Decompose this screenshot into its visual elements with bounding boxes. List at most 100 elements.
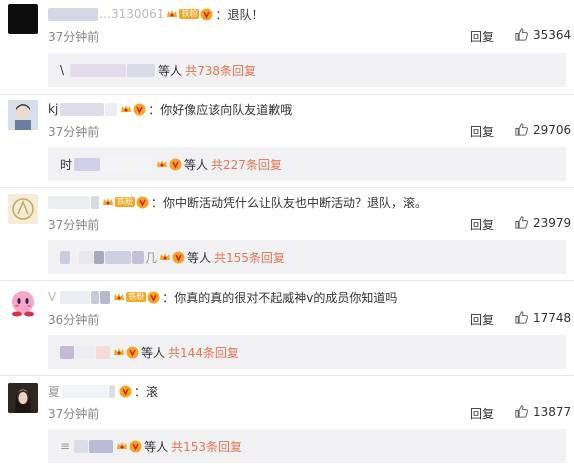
blurred-username[interactable] [48, 7, 98, 21]
sub-reply-total-link[interactable]: 共155条回复 [214, 249, 285, 266]
blurred-username[interactable] [60, 345, 74, 359]
blurred-username[interactable] [132, 250, 144, 264]
comment-line: kj ：你好像应该向队友道歉哦 [48, 100, 292, 118]
crown-badge-icon [121, 105, 132, 112]
vip-icon [119, 385, 132, 397]
blurred-username[interactable] [91, 195, 99, 209]
blurred-username[interactable] [94, 250, 104, 264]
blurred-username[interactable] [105, 102, 118, 116]
sub-reply-etc: 等人 [187, 250, 212, 265]
comment-time: 36分钟前 [48, 313, 100, 327]
sub-reply-total-link[interactable]: 共227条回复 [211, 156, 282, 173]
comment-text: ：你中断活动凭什么让队友也中断活动？退队，滚。 [151, 195, 428, 210]
sub-reply-total-link[interactable]: 共144条回复 [168, 344, 239, 361]
comment-text: ：你好像应该向队友道歉哦 [148, 102, 293, 117]
fan-badge: 铁粉 [126, 292, 147, 302]
reply-button[interactable]: 回复 [470, 216, 494, 233]
user-badges [120, 103, 146, 116]
blurred-username[interactable] [109, 384, 116, 398]
avatar-image [8, 194, 38, 224]
user-badges: 铁粉 [113, 291, 160, 304]
comment-line: …3130061 铁粉 ：退队！ [48, 5, 263, 23]
blurred-username[interactable] [91, 290, 100, 304]
divider [0, 280, 574, 281]
blurred-username[interactable] [62, 384, 109, 398]
reply-button[interactable]: 回复 [470, 28, 494, 45]
sub-replies-bar[interactable]: \ 等人 共738条回复 [48, 53, 566, 87]
sub-replies-bar[interactable]: ≡ 等人 共153条回复 [48, 429, 566, 463]
divider [0, 375, 574, 376]
sub-replies-bar[interactable]: 几 等人 共155条回复 [48, 240, 566, 274]
thumbs-up-icon [515, 311, 528, 324]
blurred-username[interactable] [79, 250, 93, 264]
blurred-username[interactable] [96, 345, 110, 359]
sub-reply-etc: 等人 [144, 439, 169, 454]
comment-line: V 铁粉 ：你真的真的很对不起威神v的成员你知道吗 [48, 288, 397, 306]
username[interactable]: kj [48, 102, 58, 116]
sub-replies-bar[interactable]: 时 等人 共227条回复 [48, 147, 566, 181]
thumbs-up-icon [515, 216, 528, 229]
like-button[interactable]: 23979 [514, 215, 571, 230]
reply-button[interactable]: 回复 [470, 123, 494, 140]
avatar[interactable] [8, 383, 38, 413]
comment-time: 37分钟前 [48, 125, 100, 139]
sub-reply-user[interactable]: ≡ [60, 439, 70, 453]
blurred-username[interactable] [74, 157, 101, 171]
like-button[interactable]: 17748 [514, 310, 571, 325]
blurred-username[interactable] [70, 63, 127, 77]
username[interactable]: V [48, 290, 56, 304]
crown-badge-icon [117, 442, 128, 449]
avatar[interactable] [8, 287, 38, 317]
sub-reply-total-link[interactable]: 共153条回复 [171, 438, 242, 455]
blurred-username[interactable] [89, 439, 114, 453]
vip-icon [200, 8, 213, 20]
like-button[interactable]: 35364 [514, 27, 571, 42]
blurred-username[interactable] [75, 345, 95, 359]
blurred-username[interactable] [48, 195, 90, 209]
like-button[interactable]: 13877 [514, 404, 571, 419]
sub-reply-user[interactable]: 几 [145, 249, 157, 266]
fan-badge: 铁粉 [115, 197, 135, 207]
sub-reply-etc: 等人 [158, 63, 183, 78]
user-badges: 铁粉 [102, 196, 149, 209]
avatar[interactable] [8, 100, 38, 130]
blurred-username[interactable] [100, 290, 111, 304]
sub-reply-user[interactable]: \ [60, 63, 64, 77]
avatar-image [8, 383, 38, 413]
blurred-username[interactable] [60, 290, 91, 304]
username[interactable]: …3130061 [99, 7, 164, 21]
like-count: 29706 [533, 122, 572, 137]
sub-reply-user[interactable]: 时 [60, 156, 72, 173]
fan-badge: 铁粉 [179, 9, 200, 19]
blurred-username[interactable] [74, 439, 89, 453]
avatar-image [8, 100, 38, 130]
reply-button[interactable]: 回复 [470, 311, 494, 328]
blurred-username[interactable] [127, 63, 156, 77]
blurred-username[interactable] [60, 250, 70, 264]
username[interactable]: 夏 [48, 383, 60, 400]
crown-badge-icon [160, 253, 171, 260]
crown-badge-icon [167, 10, 178, 17]
avatar[interactable] [8, 4, 38, 34]
like-count: 13877 [533, 404, 572, 419]
comment-text: ：你真的真的很对不起威神v的成员你知道吗 [162, 290, 398, 305]
thumbs-up-icon [515, 405, 528, 418]
avatar[interactable] [8, 194, 38, 224]
sub-reply-total-link[interactable]: 共738条回复 [185, 62, 256, 79]
like-button[interactable]: 29706 [514, 122, 571, 137]
like-count: 17748 [533, 310, 572, 325]
divider [0, 187, 574, 188]
vip-icon [133, 103, 146, 115]
sub-replies-bar[interactable]: 等人 共144条回复 [48, 335, 566, 369]
blurred-username[interactable] [101, 157, 152, 171]
comment-time: 37分钟前 [48, 30, 100, 44]
vip-icon [136, 196, 149, 208]
comment-text: ：滚 [134, 384, 159, 399]
crown-badge-icon [114, 348, 124, 355]
reply-button[interactable]: 回复 [470, 405, 494, 422]
vip-icon [126, 346, 139, 358]
blurred-username[interactable] [105, 250, 131, 264]
avatar-image [8, 287, 38, 317]
blurred-username[interactable] [60, 102, 105, 116]
vip-icon [169, 158, 182, 170]
